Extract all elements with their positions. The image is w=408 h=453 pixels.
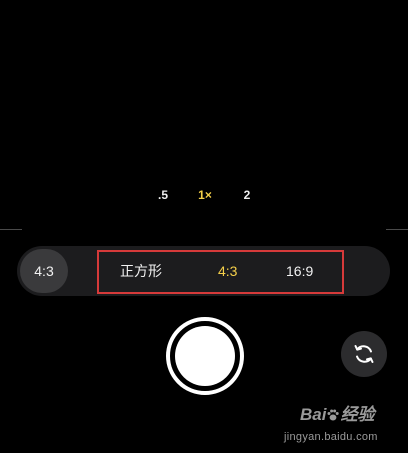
- zoom-option-0-5[interactable]: .5: [148, 185, 178, 205]
- viewfinder-edge-mark-left: [0, 229, 22, 230]
- baidu-jingyan-watermark: Bai 经验 jingyan.baidu.com: [284, 404, 400, 448]
- viewfinder-edge-mark-right: [386, 229, 408, 230]
- shutter-icon: [175, 326, 235, 386]
- zoom-option-1x[interactable]: 1×: [190, 185, 220, 205]
- flip-camera-button[interactable]: [341, 331, 387, 377]
- shutter-button[interactable]: [166, 317, 244, 395]
- aspect-option-square[interactable]: 正方形: [120, 262, 162, 280]
- aspect-option-4-3[interactable]: 4:3: [218, 262, 237, 280]
- zoom-selector: .5 1× 2: [0, 185, 408, 205]
- watermark-brand-right: 经验: [340, 405, 375, 424]
- rotate-camera-icon: [354, 345, 374, 363]
- watermark-url: jingyan.baidu.com: [284, 431, 378, 443]
- paw-icon: [327, 409, 340, 421]
- watermark-brand-left: Bai: [300, 405, 327, 424]
- aspect-option-16-9[interactable]: 16:9: [286, 262, 313, 280]
- aspect-ratio-current-button[interactable]: 4:3: [20, 249, 68, 293]
- watermark-logo: Bai 经验: [300, 404, 374, 426]
- zoom-option-2x[interactable]: 2: [232, 185, 262, 205]
